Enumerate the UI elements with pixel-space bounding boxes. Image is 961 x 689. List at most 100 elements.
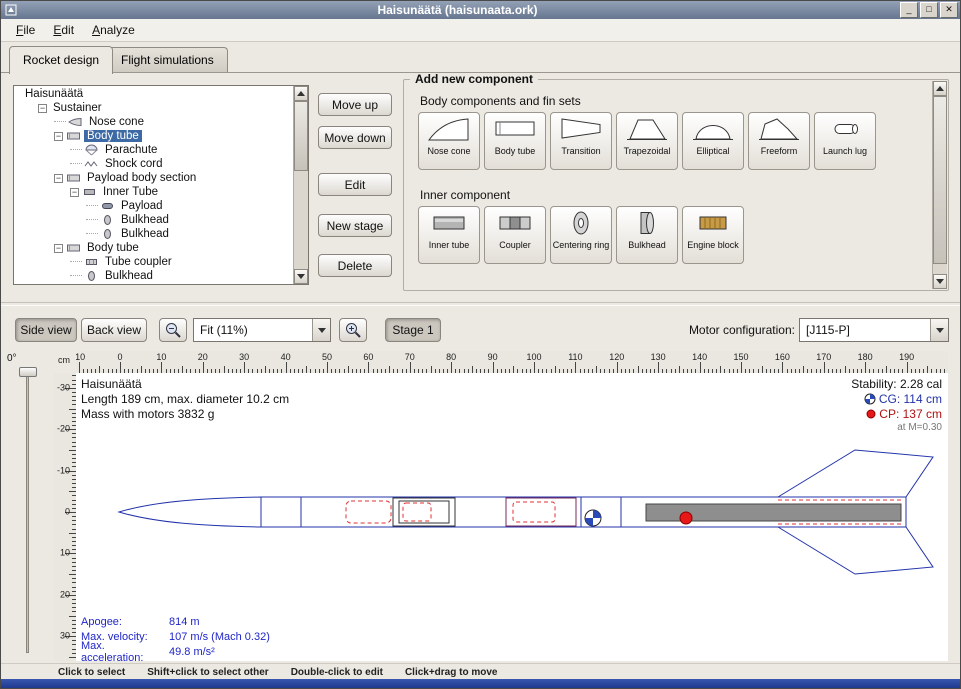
menu-file[interactable]: File (7, 20, 44, 40)
flight-stat-label: Max. acceleration: (81, 640, 169, 662)
taskbar-strip (1, 679, 960, 688)
ruler-tick (782, 362, 783, 373)
parachute-icon (84, 144, 99, 156)
ruler-tick (596, 366, 597, 373)
add-centering-ring-button[interactable]: Centering ring (550, 206, 612, 264)
rocket-mass: Mass with motors 3832 g (81, 407, 214, 421)
ruler-tick (99, 366, 100, 373)
scrollbar-thumb[interactable] (294, 101, 308, 171)
add-nose-cone-button[interactable]: Nose cone (418, 112, 480, 170)
tree-item-body-tube[interactable]: −Body tube (14, 129, 292, 143)
ruler-label: 140 (692, 352, 707, 362)
add-body-tube-button[interactable]: Body tube (484, 112, 546, 170)
scrollbar-thumb[interactable] (933, 96, 947, 264)
menu-analyze[interactable]: Analyze (83, 20, 144, 40)
ruler-tick (617, 362, 618, 373)
ruler-label: 50 (322, 352, 332, 362)
add-engine-block-button[interactable]: Engine block (682, 206, 744, 264)
zoom-out-button[interactable] (159, 318, 187, 342)
ruler-tick (679, 366, 680, 373)
tree-item-body-tube[interactable]: −Body tube (14, 241, 292, 255)
collapse-icon[interactable]: − (70, 188, 79, 197)
rotation-slider-handle[interactable] (19, 367, 37, 377)
menu-edit[interactable]: Edit (44, 20, 83, 40)
add-transition-button[interactable]: Transition (550, 112, 612, 170)
tree-item-sustainer[interactable]: −Sustainer (14, 101, 292, 115)
lower-fin-outline (778, 527, 933, 574)
add-launch-lug-button[interactable]: Launch lug (814, 112, 876, 170)
collapse-icon[interactable]: − (54, 174, 63, 183)
ruler-tick (824, 362, 825, 373)
ruler-tick (410, 362, 411, 373)
new-stage-button[interactable]: New stage (318, 214, 392, 237)
tree-item-shock-cord[interactable]: Shock cord (14, 157, 292, 171)
tree-item-bulkhead[interactable]: Bulkhead (14, 213, 292, 227)
dropdown-arrow-icon[interactable] (930, 319, 948, 341)
ruler-tick (513, 366, 514, 373)
cp-marker (680, 512, 692, 524)
zoom-fit-select[interactable]: Fit (11%) (193, 318, 331, 342)
bodytube-icon (66, 242, 81, 254)
add-elliptical-button[interactable]: Elliptical (682, 112, 744, 170)
move-down-button[interactable]: Move down (318, 126, 392, 149)
add-freeform-button[interactable]: Freeform (748, 112, 810, 170)
add-bulkhead-button[interactable]: Bulkhead (616, 206, 678, 264)
ruler-tick (69, 450, 76, 451)
zoom-in-button[interactable] (339, 318, 367, 342)
tab-flight-simulations[interactable]: Flight simulations (107, 47, 228, 73)
motor-configuration-select[interactable]: [J115-P] (799, 318, 949, 342)
launchlug-icon (823, 129, 867, 146)
stage-1-button[interactable]: Stage 1 (385, 318, 441, 342)
scroll-down-button[interactable] (294, 269, 308, 284)
add-inner-tube-button[interactable]: Inner tube (418, 206, 480, 264)
move-up-button[interactable]: Move up (318, 93, 392, 116)
ruler-label: 10 (156, 352, 166, 362)
ruler-tick (845, 366, 846, 373)
tree-item-bulkhead[interactable]: Bulkhead (14, 269, 292, 283)
bulkhead-icon (100, 228, 115, 240)
tree-item-inner-tube[interactable]: −Inner Tube (14, 185, 292, 199)
back-view-button[interactable]: Back view (81, 318, 147, 342)
tab-rocket-design[interactable]: Rocket design (9, 46, 113, 74)
tree-item-tube-coupler[interactable]: Tube coupler (14, 255, 292, 269)
tree-scrollbar[interactable] (293, 86, 308, 284)
ruler-tick (534, 362, 535, 373)
tree-item-parachute[interactable]: Parachute (14, 143, 292, 157)
tree-item-payload[interactable]: Payload (14, 199, 292, 213)
tree-item-label: Haisunäätä (22, 88, 86, 100)
side-view-button[interactable]: Side view (15, 318, 77, 342)
rocket-canvas[interactable]: Haisunäätä Length 189 cm, max. diameter … (76, 373, 948, 661)
maximize-button[interactable]: □ (920, 2, 938, 18)
add-coupler-button[interactable]: Coupler (484, 206, 546, 264)
tree-item-payload-body-section[interactable]: −Payload body section (14, 171, 292, 185)
ruler-tick (120, 362, 121, 373)
collapse-icon[interactable]: − (54, 132, 63, 141)
titlebar[interactable]: Haisunäätä (haisunaata.ork) _ □ ✕ (1, 1, 960, 19)
scroll-up-button[interactable] (933, 81, 947, 96)
arrow-down-icon (297, 274, 305, 279)
ruler-tick (203, 362, 204, 373)
delete-button[interactable]: Delete (318, 254, 392, 277)
flight-stat-max-acceleration: Max. acceleration:49.8 m/s² (81, 644, 270, 659)
tree-item-label: Bulkhead (118, 228, 172, 240)
coupler-icon (493, 223, 537, 240)
edit-button[interactable]: Edit (318, 173, 392, 196)
close-button[interactable]: ✕ (940, 2, 958, 18)
minimize-button[interactable]: _ (900, 2, 918, 18)
component-button-label: Bulkhead (617, 241, 677, 250)
dropdown-arrow-icon[interactable] (312, 319, 330, 341)
bodytube-icon (493, 129, 537, 146)
component-scrollbar[interactable] (932, 81, 947, 289)
tree-item-nose-cone[interactable]: Nose cone (14, 115, 292, 129)
add-trapezoidal-button[interactable]: Trapezoidal (616, 112, 678, 170)
rotation-slider[interactable] (26, 367, 29, 653)
ruler-tick (762, 366, 763, 373)
tree-item-bulkhead[interactable]: Bulkhead (14, 227, 292, 241)
collapse-icon[interactable]: − (54, 244, 63, 253)
split-divider[interactable] (1, 302, 960, 306)
ruler-tick (224, 366, 225, 373)
scroll-down-button[interactable] (933, 274, 947, 289)
tree-item-haisun-t[interactable]: Haisunäätä (14, 87, 292, 101)
scroll-up-button[interactable] (294, 86, 308, 101)
collapse-icon[interactable]: − (38, 104, 47, 113)
